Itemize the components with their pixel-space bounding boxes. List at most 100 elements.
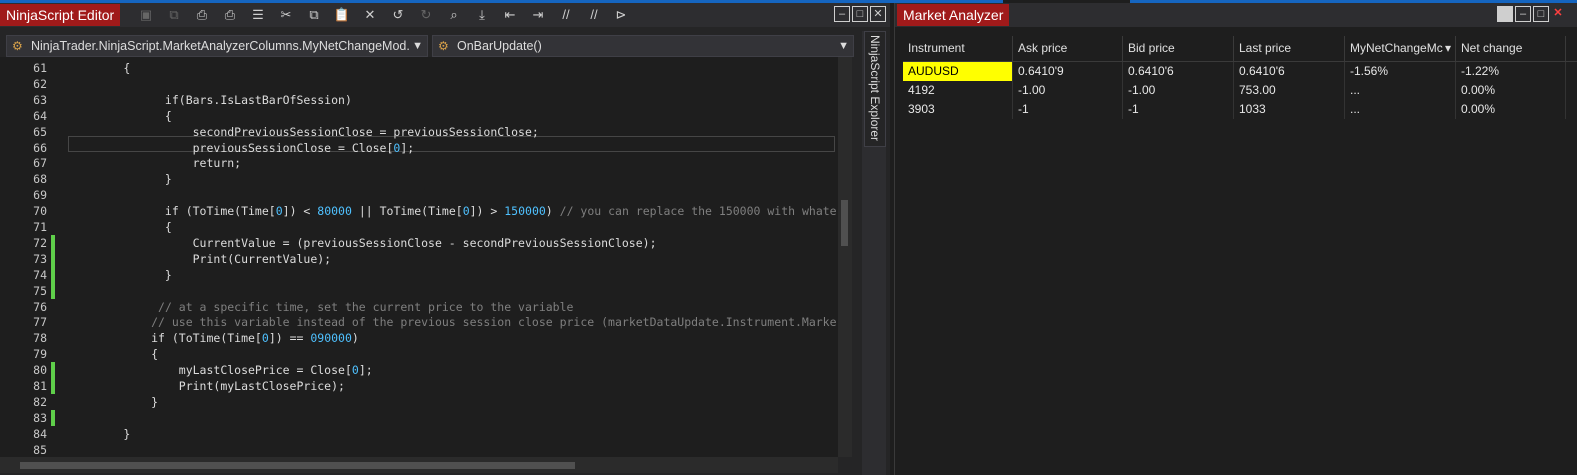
column-header[interactable]: Bid price	[1123, 36, 1234, 61]
line-number-gutter: 61 62 63 64 65 66 67 68 69 70 71 72 73 74 75 76 77 78 79 80…	[0, 57, 55, 457]
table-cell[interactable]: -1.56%	[1345, 62, 1456, 81]
code-line[interactable]: // use this variable instead of the prev…	[68, 314, 836, 330]
maximize-icon[interactable]: □	[1533, 6, 1549, 22]
code-line[interactable]: {	[68, 108, 172, 124]
line-number: 85	[33, 442, 47, 457]
code-line[interactable]: secondPreviousSessionClose = previousSes…	[68, 124, 539, 140]
table-cell[interactable]: 753.00	[1234, 81, 1345, 100]
line-number: 78	[33, 331, 47, 346]
code-line[interactable]: previousSessionClose = Close[0];	[68, 140, 415, 156]
vertical-scrollbar[interactable]	[838, 57, 852, 457]
column-header[interactable]: Instrument	[903, 36, 1013, 61]
vertical-scroll-thumb[interactable]	[841, 200, 848, 246]
chevron-down-icon: ▼	[412, 40, 423, 52]
table-cell[interactable]: 0.6410'6	[1234, 62, 1345, 81]
code-line[interactable]: {	[68, 346, 158, 362]
table-cell[interactable]: -1	[1123, 100, 1234, 119]
code-line[interactable]: }	[68, 267, 172, 283]
code-line[interactable]: // at a specific time, set the current p…	[68, 299, 573, 315]
code-line[interactable]: Print(CurrentValue);	[68, 251, 332, 267]
line-number: 68	[33, 172, 47, 187]
paste-icon[interactable]: 📋	[333, 6, 351, 24]
line-number: 74	[33, 267, 47, 282]
restore-icon[interactable]	[1497, 6, 1513, 22]
analyzer-title[interactable]: Market Analyzer	[897, 4, 1010, 26]
close-icon[interactable]: ✕	[870, 6, 886, 22]
class-selector[interactable]: ⚙ NinjaTrader.NinjaScript.MarketAnalyzer…	[6, 35, 428, 57]
line-number: 72	[33, 235, 47, 250]
editor-title[interactable]: NinjaScript Editor	[0, 4, 121, 26]
line-number: 62	[33, 76, 47, 91]
line-number: 79	[33, 347, 47, 362]
table-cell[interactable]: -1.22%	[1456, 62, 1566, 81]
change-marker	[51, 378, 55, 394]
undo-icon[interactable]: ↺	[389, 6, 407, 24]
column-header[interactable]: Net change	[1456, 36, 1566, 61]
table-cell[interactable]: ...	[1345, 100, 1456, 119]
change-marker	[51, 282, 55, 299]
column-header[interactable]: Ask price	[1013, 36, 1123, 61]
horizontal-scrollbar[interactable]	[0, 457, 838, 473]
print-preview-icon[interactable]: ⎙	[221, 6, 239, 24]
instrument-cell[interactable]: AUDUSD	[903, 62, 1013, 81]
code-line[interactable]: if(Bars.IsLastBarOfSession)	[68, 92, 352, 108]
table-cell[interactable]: ...	[1345, 81, 1456, 100]
line-number: 82	[33, 394, 47, 409]
line-number: 75	[33, 283, 47, 298]
code-editor[interactable]: 61 62 63 64 65 66 67 68 69 70 71 72 73 74 75 76 77 78 79 80…	[0, 57, 838, 457]
line-number: 73	[33, 251, 47, 266]
outdent-icon[interactable]: ⇤	[501, 6, 519, 24]
horizontal-scroll-thumb[interactable]	[20, 462, 575, 469]
table-cell[interactable]: 0.00%	[1456, 81, 1566, 100]
minimize-icon[interactable]: –	[1515, 6, 1531, 22]
instrument-cell[interactable]: 4192	[903, 81, 1013, 100]
code-line[interactable]: return;	[68, 155, 241, 171]
uncomment-icon[interactable]: //	[585, 6, 603, 24]
print-icon[interactable]: ⎙	[193, 6, 211, 24]
cut-icon[interactable]: ✂	[277, 6, 295, 24]
code-line[interactable]: CurrentValue = (previousSessionClose - s…	[68, 235, 657, 251]
table-cell[interactable]: -1.00	[1123, 81, 1234, 100]
code-line[interactable]: }	[68, 171, 172, 187]
maximize-icon[interactable]: □	[852, 6, 868, 22]
method-selector[interactable]: ⚙ OnBarUpdate() ▼	[432, 35, 854, 57]
column-header[interactable]: Last price	[1234, 36, 1345, 61]
table-cell[interactable]: 1033	[1234, 100, 1345, 119]
close-icon[interactable]: ✕	[1551, 6, 1565, 20]
line-number: 83	[33, 410, 47, 425]
code-line[interactable]: {	[68, 60, 130, 76]
find-icon[interactable]: ⌕	[445, 6, 463, 24]
sort-icon[interactable]: ▾	[1445, 36, 1451, 61]
code-line[interactable]: myLastClosePrice = Close[0];	[68, 362, 373, 378]
line-number: 81	[33, 379, 47, 393]
copy-icon[interactable]: ⧉	[305, 6, 323, 24]
redo-icon[interactable]: ↻	[417, 6, 435, 24]
table-cell[interactable]: 0.6410'9	[1013, 62, 1123, 81]
method-selector-label: OnBarUpdate()	[457, 39, 542, 53]
delete-icon[interactable]: ✕	[361, 6, 379, 24]
visual-studio-icon[interactable]: ⊳	[612, 6, 630, 24]
save-all-icon[interactable]: ⧉	[165, 6, 183, 24]
change-marker	[51, 266, 55, 283]
code-line[interactable]: }	[68, 426, 130, 442]
minimize-icon[interactable]: –	[834, 6, 850, 22]
code-line[interactable]: }	[68, 394, 158, 410]
line-number: 69	[33, 188, 47, 203]
save-icon[interactable]: ▣	[137, 6, 155, 24]
table-cell[interactable]: 0.00%	[1456, 100, 1566, 119]
table-cell[interactable]: 0.6410'6	[1123, 62, 1234, 81]
column-header[interactable]: MyNetChangeMc ▾	[1345, 36, 1456, 61]
properties-icon[interactable]: ☰	[249, 6, 267, 24]
code-line[interactable]: if (ToTime(Time[0]) == 090000)	[68, 330, 359, 346]
table-cell[interactable]: -1	[1013, 100, 1123, 119]
ninjascript-explorer-label: NinjaScript Explorer	[868, 35, 882, 142]
comment-icon[interactable]: //	[557, 6, 575, 24]
code-line[interactable]: if (ToTime(Time[0]) < 80000 || ToTime(Ti…	[68, 203, 837, 219]
insert-snippet-icon[interactable]: ⤓	[473, 6, 491, 24]
code-line[interactable]: {	[68, 219, 172, 235]
indent-icon[interactable]: ⇥	[529, 6, 547, 24]
table-cell[interactable]: -1.00	[1013, 81, 1123, 100]
code-line[interactable]: Print(myLastClosePrice);	[68, 378, 345, 394]
instrument-cell[interactable]: 3903	[903, 100, 1013, 119]
column-header-label: MyNetChangeMc	[1350, 41, 1443, 55]
